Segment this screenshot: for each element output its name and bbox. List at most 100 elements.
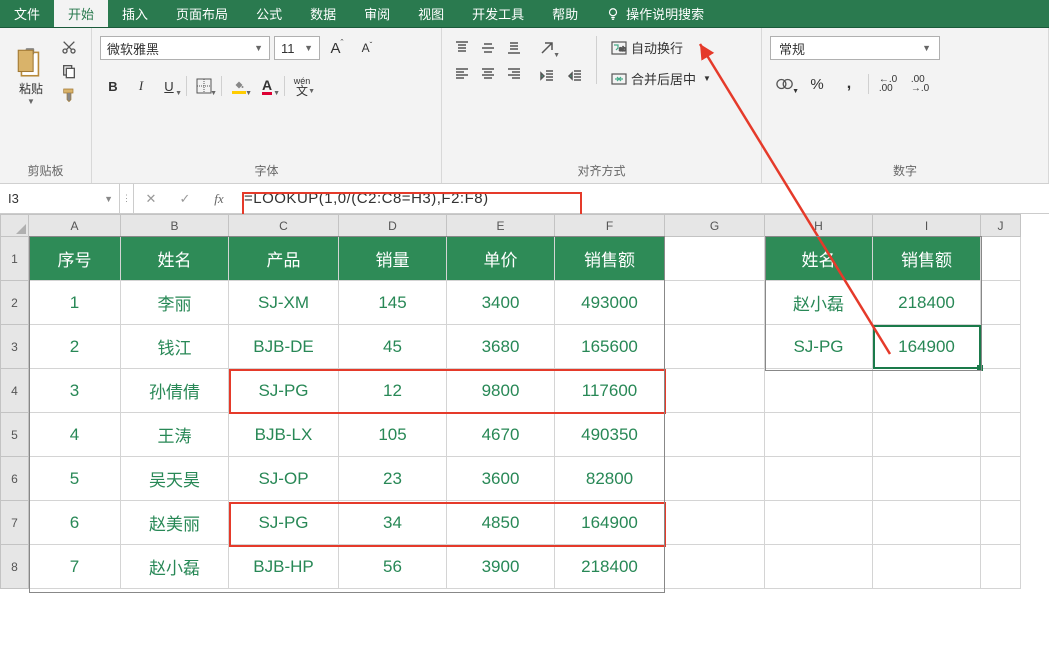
cell[interactable]: 3680 bbox=[447, 325, 555, 369]
cell[interactable]: 493000 bbox=[555, 281, 665, 325]
cell[interactable]: SJ-XM bbox=[229, 281, 339, 325]
cell[interactable] bbox=[665, 501, 765, 545]
cell[interactable] bbox=[665, 325, 765, 369]
cell[interactable] bbox=[665, 413, 765, 457]
cell[interactable] bbox=[665, 369, 765, 413]
tab-insert[interactable]: 插入 bbox=[108, 0, 162, 27]
cell[interactable] bbox=[765, 369, 873, 413]
cell[interactable]: SJ-PG bbox=[229, 501, 339, 545]
cell[interactable]: 82800 bbox=[555, 457, 665, 501]
cell[interactable] bbox=[873, 369, 981, 413]
format-painter-button[interactable] bbox=[60, 86, 78, 104]
col-header-C[interactable]: C bbox=[229, 215, 339, 237]
row-header-8[interactable]: 8 bbox=[1, 545, 29, 589]
cell[interactable]: 117600 bbox=[555, 369, 665, 413]
cell[interactable]: 4 bbox=[29, 413, 121, 457]
cell[interactable]: BJB-DE bbox=[229, 325, 339, 369]
cell[interactable]: 1 bbox=[29, 281, 121, 325]
cell[interactable]: 3400 bbox=[447, 281, 555, 325]
tab-help[interactable]: 帮助 bbox=[538, 0, 592, 27]
increase-font-button[interactable]: Aˆ bbox=[324, 36, 350, 60]
cell[interactable]: 销售额 bbox=[873, 237, 981, 281]
bold-button[interactable]: B bbox=[100, 74, 126, 98]
align-top-button[interactable] bbox=[450, 36, 474, 60]
col-header-I[interactable]: I bbox=[873, 215, 981, 237]
cell[interactable]: 3900 bbox=[447, 545, 555, 589]
cell[interactable] bbox=[765, 413, 873, 457]
cell[interactable]: 45 bbox=[339, 325, 447, 369]
active-cell[interactable]: 164900 bbox=[873, 325, 981, 369]
col-header-J[interactable]: J bbox=[981, 215, 1021, 237]
tab-formulas[interactable]: 公式 bbox=[242, 0, 296, 27]
accounting-format-button[interactable]: ▼ bbox=[770, 72, 800, 96]
cell[interactable] bbox=[765, 545, 873, 589]
tab-data[interactable]: 数据 bbox=[296, 0, 350, 27]
cell[interactable]: 销售额 bbox=[555, 237, 665, 281]
align-right-button[interactable] bbox=[502, 62, 526, 86]
cell[interactable] bbox=[981, 325, 1021, 369]
decrease-font-button[interactable]: Aˇ bbox=[354, 36, 380, 60]
row-header-7[interactable]: 7 bbox=[1, 501, 29, 545]
cell[interactable]: SJ-PG bbox=[765, 325, 873, 369]
cell[interactable] bbox=[873, 501, 981, 545]
decrease-decimal-button[interactable]: .00→.0 bbox=[905, 72, 935, 96]
cell[interactable]: 赵美丽 bbox=[121, 501, 229, 545]
tab-home[interactable]: 开始 bbox=[54, 0, 108, 27]
cell[interactable]: 105 bbox=[339, 413, 447, 457]
cell[interactable]: SJ-PG bbox=[229, 369, 339, 413]
col-header-D[interactable]: D bbox=[339, 215, 447, 237]
cell[interactable]: 钱江 bbox=[121, 325, 229, 369]
cell[interactable]: 产品 bbox=[229, 237, 339, 281]
row-header-5[interactable]: 5 bbox=[1, 413, 29, 457]
cell[interactable]: 销量 bbox=[339, 237, 447, 281]
cell[interactable]: 3 bbox=[29, 369, 121, 413]
row-header-4[interactable]: 4 bbox=[1, 369, 29, 413]
cell[interactable] bbox=[665, 457, 765, 501]
cell[interactable]: 218400 bbox=[555, 545, 665, 589]
cell[interactable]: 赵小磊 bbox=[765, 281, 873, 325]
col-header-H[interactable]: H bbox=[765, 215, 873, 237]
phonetic-button[interactable]: wén文▼ bbox=[289, 74, 315, 98]
tab-file[interactable]: 文件 bbox=[0, 0, 54, 27]
cell[interactable]: 4670 bbox=[447, 413, 555, 457]
fill-color-button[interactable]: ▼ bbox=[226, 74, 252, 98]
name-box[interactable]: I3▼ bbox=[0, 184, 120, 213]
cell[interactable] bbox=[873, 545, 981, 589]
cell[interactable]: 218400 bbox=[873, 281, 981, 325]
cell[interactable] bbox=[873, 413, 981, 457]
col-header-E[interactable]: E bbox=[447, 215, 555, 237]
col-header-F[interactable]: F bbox=[555, 215, 665, 237]
cell[interactable]: 姓名 bbox=[765, 237, 873, 281]
paste-button[interactable]: 粘贴 ▼ bbox=[8, 42, 54, 110]
tab-review[interactable]: 审阅 bbox=[350, 0, 404, 27]
increase-indent-button[interactable] bbox=[562, 64, 588, 88]
align-bottom-button[interactable] bbox=[502, 36, 526, 60]
cell[interactable] bbox=[765, 501, 873, 545]
cell[interactable]: BJB-LX bbox=[229, 413, 339, 457]
select-all-corner[interactable] bbox=[1, 215, 29, 237]
cell[interactable] bbox=[665, 545, 765, 589]
cell[interactable]: 4850 bbox=[447, 501, 555, 545]
cell[interactable]: SJ-OP bbox=[229, 457, 339, 501]
cell[interactable]: 孙倩倩 bbox=[121, 369, 229, 413]
cell[interactable]: 56 bbox=[339, 545, 447, 589]
cell[interactable]: 34 bbox=[339, 501, 447, 545]
cell[interactable]: 7 bbox=[29, 545, 121, 589]
align-left-button[interactable] bbox=[450, 62, 474, 86]
cell[interactable]: 吴天昊 bbox=[121, 457, 229, 501]
row-header-6[interactable]: 6 bbox=[1, 457, 29, 501]
cell[interactable] bbox=[981, 237, 1021, 281]
cell[interactable]: 490350 bbox=[555, 413, 665, 457]
col-header-G[interactable]: G bbox=[665, 215, 765, 237]
font-size-select[interactable]: 11▼ bbox=[274, 36, 320, 60]
cell[interactable]: 序号 bbox=[29, 237, 121, 281]
percent-format-button[interactable]: % bbox=[802, 72, 832, 96]
cell[interactable]: 145 bbox=[339, 281, 447, 325]
increase-decimal-button[interactable]: ←.0.00 bbox=[873, 72, 903, 96]
cancel-formula-button[interactable]: ✕ bbox=[134, 184, 168, 213]
cell[interactable]: 12 bbox=[339, 369, 447, 413]
row-header-2[interactable]: 2 bbox=[1, 281, 29, 325]
cell[interactable]: 165600 bbox=[555, 325, 665, 369]
cell[interactable] bbox=[665, 237, 765, 281]
col-header-A[interactable]: A bbox=[29, 215, 121, 237]
